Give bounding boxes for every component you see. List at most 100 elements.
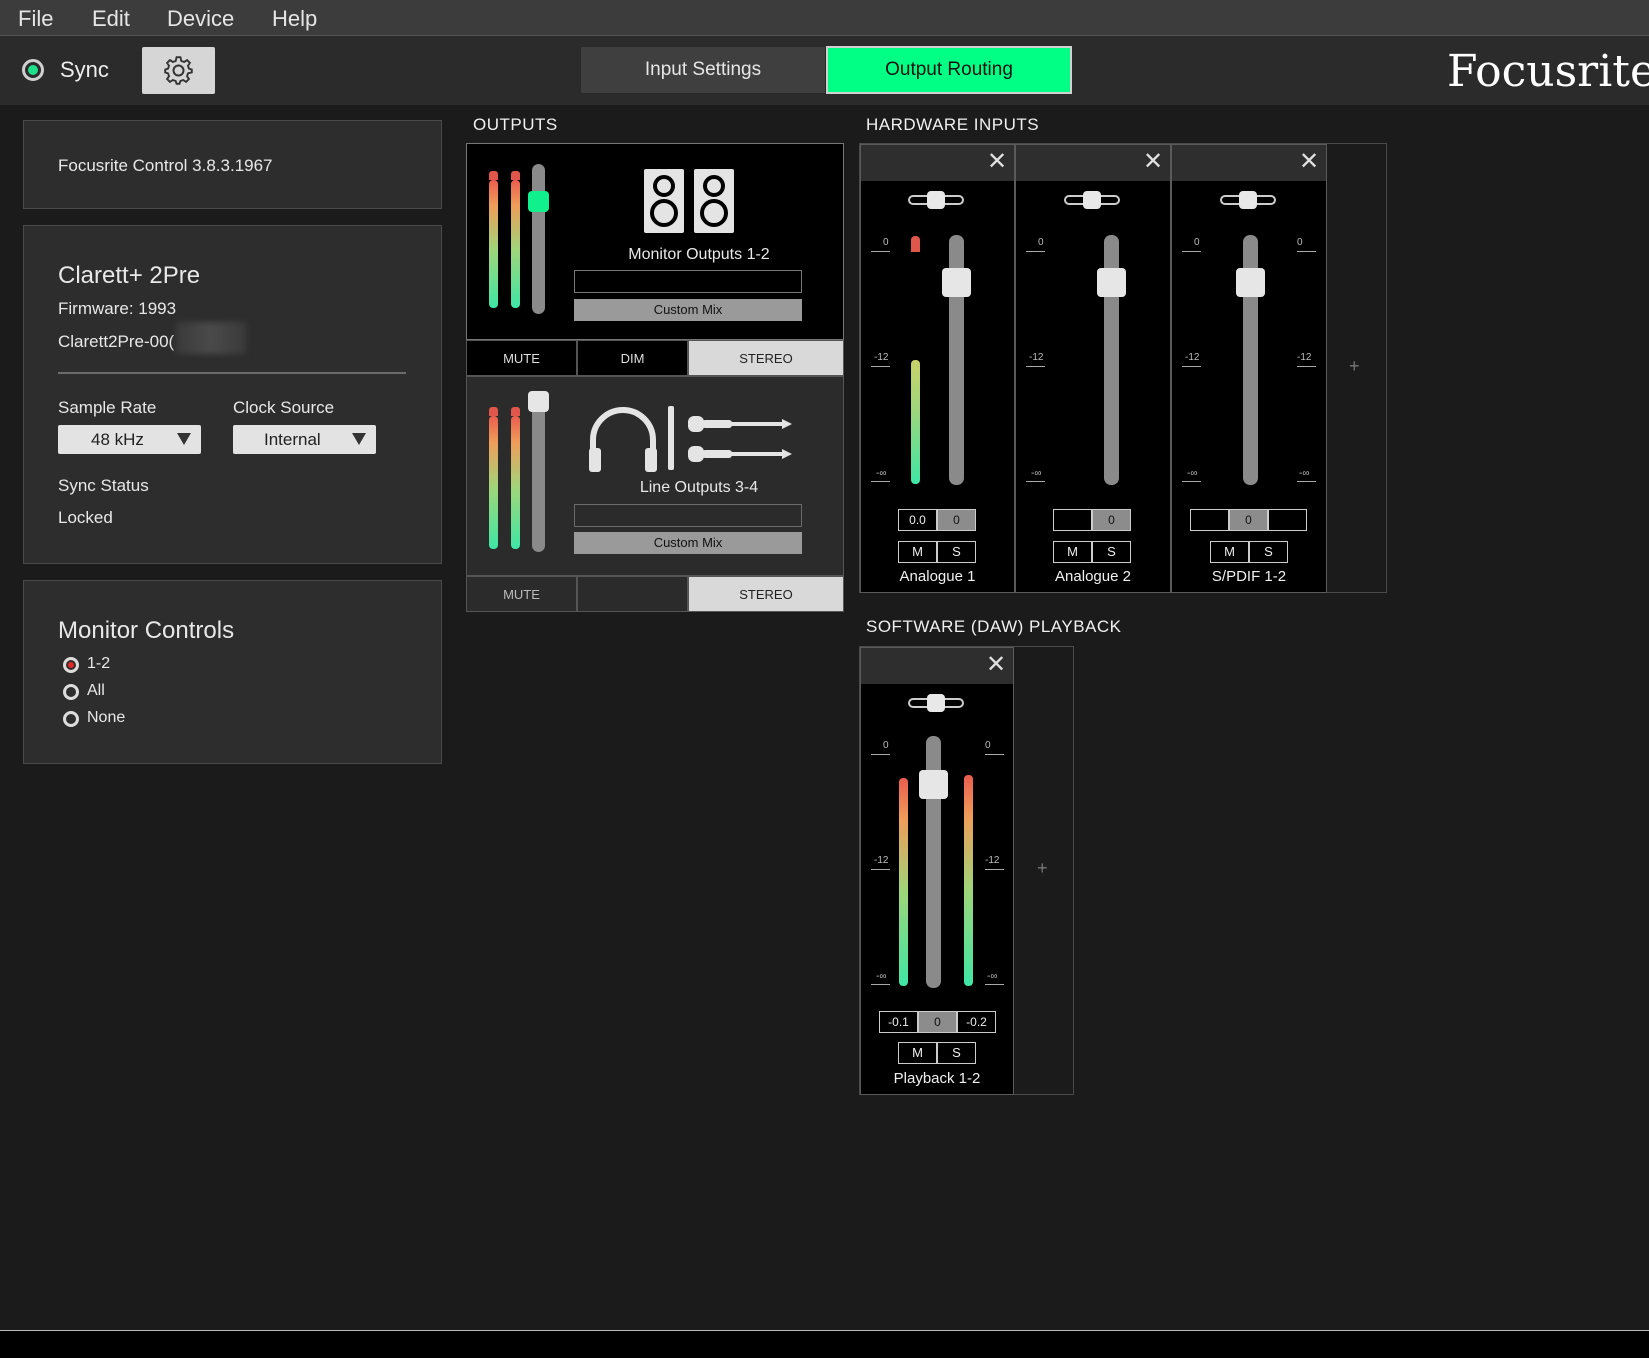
gain-center-value[interactable]: 0 xyxy=(918,1011,957,1033)
radio-label-all: All xyxy=(87,682,105,699)
line-mute-button[interactable]: MUTE xyxy=(466,576,577,612)
menu-file[interactable]: File xyxy=(18,6,53,32)
menu-device[interactable]: Device xyxy=(167,6,234,32)
channel-strip-analogue-2: ✕ 0 -12 -∞ 0 M S Analogue 2 xyxy=(1015,144,1171,593)
solo-button[interactable]: S xyxy=(937,541,976,563)
clock-source-select[interactable]: Internal xyxy=(233,425,376,454)
scale-tick xyxy=(1297,251,1316,252)
solo-button[interactable]: S xyxy=(1249,541,1288,563)
strip-header: ✕ xyxy=(861,145,1014,181)
gain-right-value[interactable]: -0.2 xyxy=(957,1011,996,1033)
gain-center-value[interactable]: 0 xyxy=(1092,509,1131,531)
scale-mid-right: -12 xyxy=(985,855,1000,866)
scale-mid: -12 xyxy=(1029,352,1044,363)
pan-knob[interactable] xyxy=(927,694,945,712)
scale-bottom-right: -∞ xyxy=(987,971,998,982)
input-level-meter xyxy=(911,360,920,484)
gain-right-value[interactable] xyxy=(1268,509,1307,531)
firmware-text: Firmware: 1993 xyxy=(58,299,177,318)
close-icon[interactable]: ✕ xyxy=(987,147,1007,176)
add-daw-playback-button[interactable]: + xyxy=(1037,858,1048,879)
scale-top: 0 xyxy=(1038,237,1044,248)
solo-button[interactable]: S xyxy=(1092,541,1131,563)
line-outputs-name-field[interactable] xyxy=(574,504,802,527)
clock-source-label: Clock Source xyxy=(233,398,335,417)
headphones-jacks-icon xyxy=(589,406,792,472)
peak-indicator xyxy=(489,171,498,180)
line-outputs-mix[interactable]: Custom Mix xyxy=(574,532,802,554)
menu-edit[interactable]: Edit xyxy=(92,6,130,32)
sync-status-label: Sync Status xyxy=(58,476,149,495)
radio-1-2[interactable] xyxy=(63,657,79,673)
scale-mid-left: -12 xyxy=(874,855,889,866)
monitor-volume-track[interactable] xyxy=(532,164,545,314)
mute-button[interactable]: M xyxy=(1210,541,1249,563)
pan-knob[interactable] xyxy=(1083,191,1101,209)
solo-button[interactable]: S xyxy=(937,1042,976,1064)
top-bar: Sync Input Settings Output Routing Focus… xyxy=(0,36,1649,105)
monitor-outputs-mix[interactable]: Custom Mix xyxy=(574,299,802,321)
version-text: Focusrite Control 3.8.3.1967 xyxy=(58,156,273,175)
strip-name: S/PDIF 1-2 xyxy=(1211,568,1287,585)
line-stereo-button[interactable]: STEREO xyxy=(688,576,844,612)
fader-knob[interactable] xyxy=(942,268,971,297)
close-icon[interactable]: ✕ xyxy=(1143,147,1163,176)
scale-tick xyxy=(871,366,890,367)
sample-rate-label: Sample Rate xyxy=(58,398,157,417)
scale-bottom: -∞ xyxy=(876,468,887,479)
channel-strip-analogue-1: ✕ 0 -12 -∞ 0.0 0 M S Analogue 1 xyxy=(860,144,1015,593)
menu-help[interactable]: Help xyxy=(272,6,317,32)
gain-left-value[interactable] xyxy=(1053,509,1092,531)
scale-mid: -12 xyxy=(874,352,889,363)
monitor-volume-knob[interactable] xyxy=(528,191,549,212)
fader-knob[interactable] xyxy=(919,770,948,799)
scale-tick xyxy=(985,754,1004,755)
line-outputs-box: Line Outputs 3-4 Custom Mix xyxy=(466,376,844,576)
radio-label-1-2: 1-2 xyxy=(87,655,111,672)
fader-knob[interactable] xyxy=(1236,268,1265,297)
settings-button[interactable] xyxy=(142,47,215,94)
scale-tick xyxy=(1026,366,1045,367)
gain-left-value[interactable] xyxy=(1190,509,1229,531)
level-meter-left xyxy=(489,180,498,308)
pan-knob[interactable] xyxy=(1239,191,1257,209)
scale-bottom-left: -∞ xyxy=(876,971,887,982)
scale-top-left: 0 xyxy=(1194,237,1200,248)
gain-center-value[interactable]: 0 xyxy=(1229,509,1268,531)
scale-top-right: 0 xyxy=(1297,237,1303,248)
strip-header: ✕ xyxy=(861,648,1013,684)
scale-tick xyxy=(1182,366,1201,367)
scale-tick xyxy=(871,754,890,755)
fader-knob[interactable] xyxy=(1097,268,1126,297)
peak-indicator xyxy=(511,407,520,416)
monitor-outputs-name-field[interactable] xyxy=(574,270,802,293)
line-volume-track[interactable] xyxy=(532,392,545,552)
monitor-controls-panel: Monitor Controls 1-2 All None xyxy=(23,580,442,764)
gain-center-value[interactable]: 0 xyxy=(937,509,976,531)
tab-input-settings[interactable]: Input Settings xyxy=(580,46,826,94)
radio-none[interactable] xyxy=(63,711,79,727)
peak-indicator xyxy=(511,171,520,180)
monitor-mute-button[interactable]: MUTE xyxy=(466,340,577,376)
monitor-stereo-button[interactable]: STEREO xyxy=(688,340,844,376)
mute-button[interactable]: M xyxy=(1053,541,1092,563)
close-icon[interactable]: ✕ xyxy=(986,650,1006,679)
strip-header: ✕ xyxy=(1172,145,1326,181)
device-panel: Clarett+ 2Pre Firmware: 1993 Clarett2Pre… xyxy=(23,225,442,564)
line-volume-knob[interactable] xyxy=(528,391,549,412)
pan-knob[interactable] xyxy=(927,191,945,209)
mute-button[interactable]: M xyxy=(898,541,937,563)
gain-left-value[interactable]: -0.1 xyxy=(879,1011,918,1033)
mute-button[interactable]: M xyxy=(898,1042,937,1064)
close-icon[interactable]: ✕ xyxy=(1299,147,1319,176)
add-hardware-input-button[interactable]: + xyxy=(1349,356,1360,377)
monitor-outputs-box: Monitor Outputs 1-2 Custom Mix xyxy=(466,143,844,340)
radio-all[interactable] xyxy=(63,684,79,700)
scale-tick xyxy=(1026,481,1045,482)
scale-tick xyxy=(1182,481,1201,482)
tab-output-routing[interactable]: Output Routing xyxy=(826,46,1072,94)
monitor-dim-button[interactable]: DIM xyxy=(577,340,688,376)
gain-left-value[interactable]: 0.0 xyxy=(898,509,937,531)
status-bar xyxy=(0,1330,1649,1358)
sample-rate-select[interactable]: 48 kHz xyxy=(58,425,201,454)
